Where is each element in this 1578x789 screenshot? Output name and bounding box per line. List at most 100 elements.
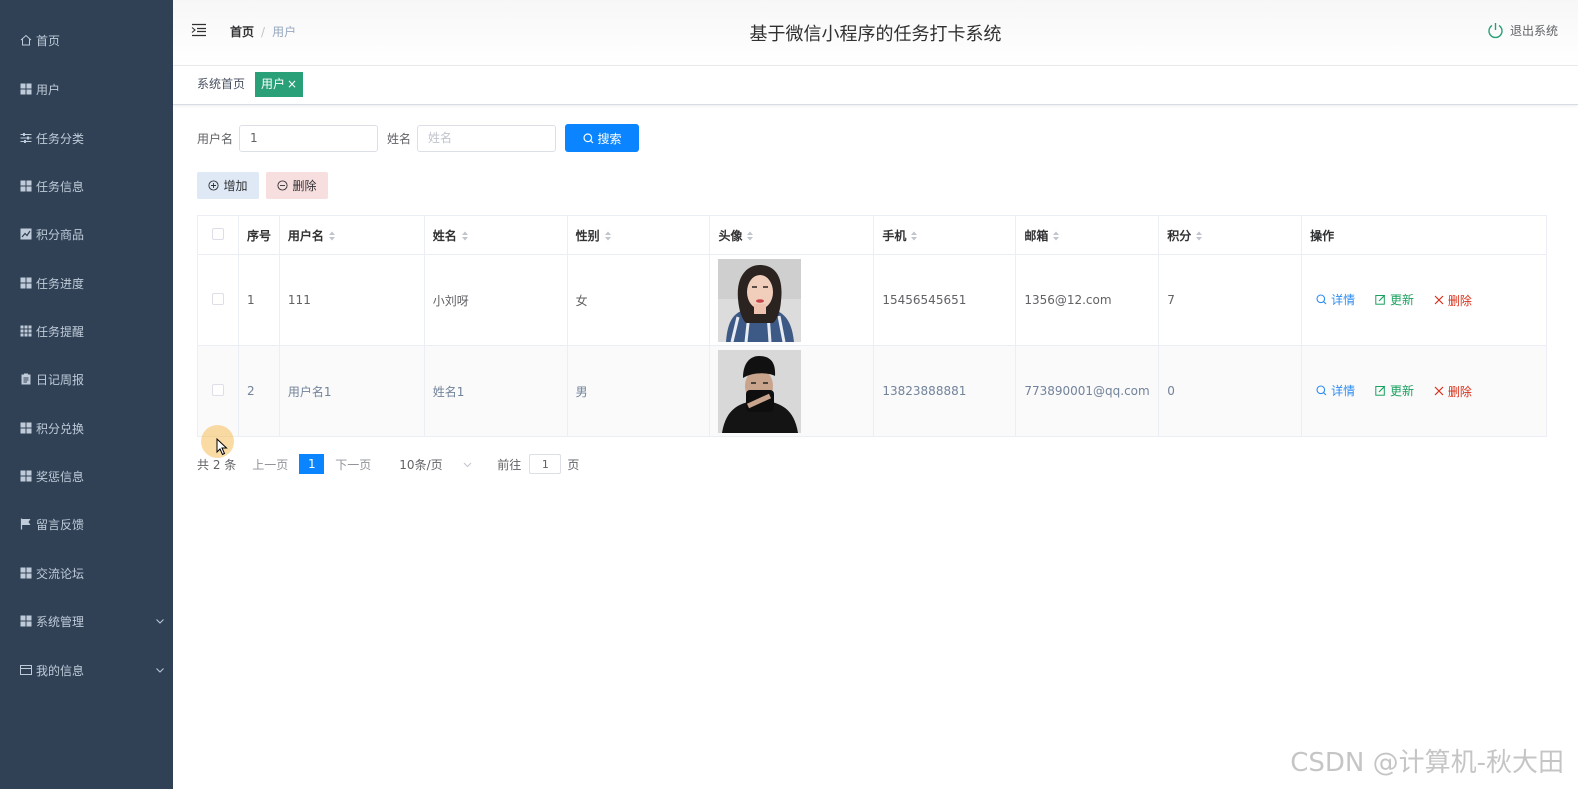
sidebar-item-label: 首页 [36,33,61,48]
avatar[interactable] [718,258,802,342]
name-input[interactable] [417,124,557,152]
sidebar-item-diary[interactable]: 日记周报 [0,359,173,399]
sidebar-item-label: 积分商品 [36,227,85,242]
sidebar-item-my-info[interactable]: 我的信息 [0,650,173,690]
username-input[interactable] [239,124,379,152]
cell-avatar [709,254,875,346]
sort-icon[interactable] [910,230,918,242]
update-label: 更新 [1389,384,1414,399]
sidebar-item-task-info[interactable]: 任务信息 [0,166,173,206]
column-header-email[interactable]: 邮箱 [1015,215,1160,255]
sidebar-item-label: 任务进度 [36,276,85,291]
cell-name: 姓名1 [423,345,568,437]
goto-page-input[interactable] [529,454,562,474]
column-header-avatar[interactable]: 头像 [709,215,875,255]
add-button[interactable]: 增加 [197,172,259,199]
close-icon [1434,386,1444,396]
cell-name: 小刘呀 [423,254,568,346]
search-button[interactable]: 搜索 [565,124,640,152]
sidebar-item-system[interactable]: 系统管理 [0,601,173,641]
power-icon [1488,23,1503,39]
table-header-row: 序号 用户名 姓名 性别 头像 手机 邮箱 积分 操作 [197,215,1547,255]
sort-icon[interactable] [461,230,469,242]
column-header-name[interactable]: 姓名 [423,215,568,255]
sliders-icon [20,132,32,144]
logout-button[interactable]: 退出系统 [1487,22,1558,39]
batch-delete-button[interactable]: 删除 [266,172,328,199]
sidebar-item-label: 系统管理 [36,614,85,629]
column-header-username[interactable]: 用户名 [278,215,425,255]
sidebar-item-points-goods[interactable]: 积分商品 [0,214,173,254]
grid-icon [20,615,32,627]
sidebar-item-users[interactable]: 用户 [0,69,173,109]
sidebar-item-feedback[interactable]: 留言反馈 [0,504,173,544]
goto-label: 前往 [497,457,522,472]
sidebar-item-label: 积分兑换 [36,421,85,436]
cell-index: 2 [237,345,280,437]
update-button[interactable]: 更新 [1375,291,1414,308]
next-page-button[interactable]: 下一页 [335,456,371,473]
prev-page-button[interactable]: 上一页 [252,456,288,473]
pagination-total: 共 2 条 [197,457,237,472]
sort-icon[interactable] [1195,230,1203,242]
column-header-phone[interactable]: 手机 [873,215,1017,255]
tag-users[interactable]: 用户 × [255,72,304,97]
avatar[interactable] [718,349,802,433]
tags-view: 系统首页 用户 × [173,66,1578,105]
sort-icon[interactable] [1052,230,1060,242]
column-header-gender[interactable]: 性别 [566,215,711,255]
close-icon[interactable]: × [287,77,297,91]
watermark: CSDN @计算机-秋大田 [1290,748,1564,778]
delete-label: 删除 [1447,293,1472,308]
sidebar-item-points-exchange[interactable]: 积分兑换 [0,408,173,448]
select-all-checkbox[interactable] [211,227,224,240]
delete-row-button[interactable]: 删除 [1434,292,1472,309]
search-button-label: 搜索 [597,131,622,146]
sidebar-item-label: 日记周报 [36,372,85,387]
page-number-1[interactable]: 1 [299,454,325,474]
detail-button[interactable]: 详情 [1316,382,1355,399]
grid-icon [20,567,32,579]
sort-icon[interactable] [604,230,612,242]
select-all-cell [197,215,239,255]
users-table: 序号 用户名 姓名 性别 头像 手机 邮箱 积分 操作 1 111 小刘呀 女 [197,215,1547,437]
detail-button[interactable]: 详情 [1316,291,1355,308]
column-header-points[interactable]: 积分 [1158,215,1303,255]
cell-username: 111 [278,254,425,346]
update-button[interactable]: 更新 [1375,382,1414,399]
search-icon [1316,294,1327,305]
grid-icon [20,83,32,95]
search-icon [1316,385,1327,396]
cell-phone: 15456545651 [873,254,1017,346]
detail-label: 详情 [1331,293,1356,308]
sidebar-item-task-category[interactable]: 任务分类 [0,118,173,158]
page-title: 基于微信小程序的任务打卡系统 [749,24,1002,45]
tag-home[interactable]: 系统首页 [189,72,253,97]
close-icon [1434,295,1444,305]
sidebar-item-label: 交流论坛 [36,566,85,581]
column-header-label: 性别 [575,228,600,243]
sidebar-item-home[interactable]: 首页 [0,20,173,60]
row-checkbox[interactable] [211,383,224,396]
sidebar-item-rewards[interactable]: 奖惩信息 [0,456,173,496]
cell-email: 1356@12.com [1015,254,1160,346]
grid-icon [20,470,32,482]
cell-email: 773890001@qq.com [1015,345,1160,437]
page-suffix: 页 [567,457,580,472]
sort-icon[interactable] [328,230,336,242]
sidebar-item-label: 留言反馈 [36,517,85,532]
sidebar-item-label: 我的信息 [36,663,85,678]
sidebar-item-task-progress[interactable]: 任务进度 [0,263,173,303]
cell-operations: 详情 更新 删除 [1301,345,1547,437]
delete-row-button[interactable]: 删除 [1434,383,1472,400]
cell-points: 0 [1158,345,1303,437]
row-checkbox[interactable] [211,292,224,305]
sort-icon[interactable] [746,230,754,242]
page-size-select[interactable]: 10条/页 [399,456,479,473]
mouse-cursor-icon [216,438,228,456]
search-icon [582,132,593,143]
sidebar-item-task-reminder[interactable]: 任务提醒 [0,311,173,351]
sidebar-item-forum[interactable]: 交流论坛 [0,553,173,593]
grid-icon [20,422,32,434]
minus-circle-icon [277,180,289,191]
